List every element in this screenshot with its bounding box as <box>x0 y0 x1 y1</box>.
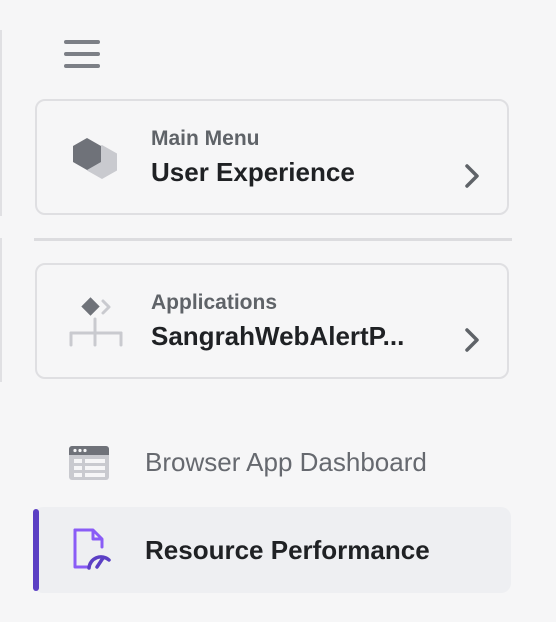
chevron-right-icon <box>463 327 481 353</box>
nav-item-browser-app-dashboard[interactable]: Browser App Dashboard <box>33 419 511 505</box>
hexagon-stack-icon <box>67 131 125 187</box>
left-edge-line <box>0 30 2 216</box>
application-flow-icon <box>67 295 125 351</box>
main-menu-selector[interactable]: Main Menu User Experience <box>35 99 509 215</box>
applications-selector[interactable]: Applications SangrahWebAlertP... <box>35 263 509 379</box>
main-menu-value: User Experience <box>151 157 355 187</box>
left-edge-line <box>0 238 2 382</box>
applications-label: Applications <box>151 291 278 314</box>
active-indicator <box>33 509 39 591</box>
nav-item-label: Resource Performance <box>145 535 430 565</box>
section-divider <box>34 238 512 241</box>
nav-item-label: Browser App Dashboard <box>145 447 427 477</box>
browser-window-icon <box>67 441 111 485</box>
chevron-right-icon <box>463 163 481 189</box>
main-menu-label: Main Menu <box>151 127 260 150</box>
file-gauge-icon <box>67 527 111 571</box>
nav-item-resource-performance[interactable]: Resource Performance <box>33 507 511 593</box>
hamburger-menu-icon[interactable] <box>62 38 102 70</box>
applications-value: SangrahWebAlertP... <box>151 321 405 351</box>
